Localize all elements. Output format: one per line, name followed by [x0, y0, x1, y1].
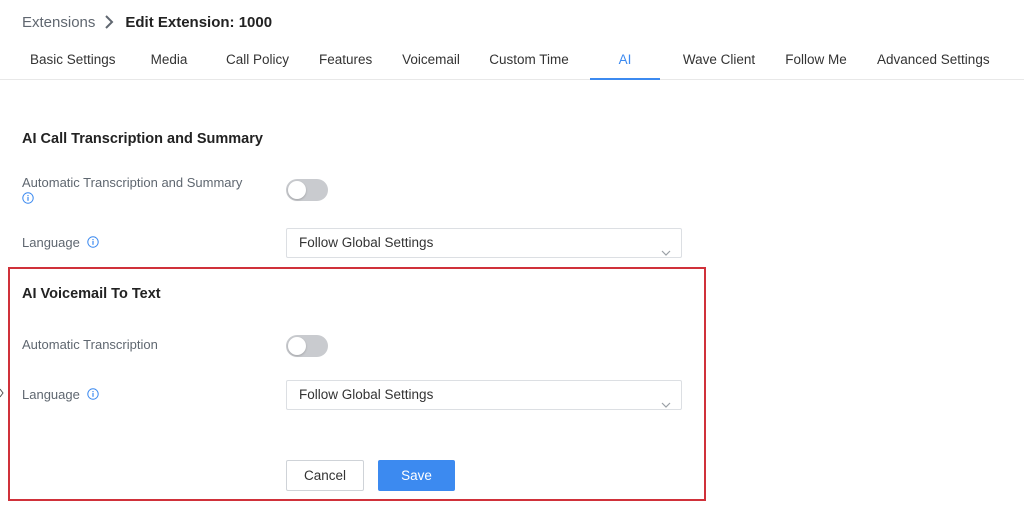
transcription-language-value: Follow Global Settings [299, 235, 434, 250]
tab-media[interactable]: Media [150, 44, 188, 80]
tab-voicemail[interactable]: Voicemail [402, 44, 460, 80]
save-button[interactable]: Save [378, 460, 455, 491]
toggle-knob [288, 337, 306, 355]
toggle-knob [288, 181, 306, 199]
edge-chevron-icon [0, 386, 4, 398]
language-label-text: Language [22, 387, 80, 402]
chevron-down-icon [661, 239, 671, 256]
cancel-button[interactable]: Cancel [286, 460, 364, 491]
info-icon[interactable] [87, 388, 100, 400]
tab-features[interactable]: Features [319, 44, 372, 80]
auto-transcription-summary-label: Automatic Transcription and Summary [22, 175, 272, 207]
info-icon[interactable] [87, 236, 100, 248]
chevron-down-icon [661, 391, 671, 408]
section-title-voicemail-to-text: AI Voicemail To Text [22, 286, 161, 302]
auto-transcription-label: Automatic Transcription [22, 337, 158, 352]
language-label-1: Language [22, 235, 100, 251]
chevron-right-icon [104, 12, 116, 32]
info-icon[interactable] [22, 192, 34, 204]
tab-advanced-settings[interactable]: Advanced Settings [877, 44, 990, 80]
tab-wave-client[interactable]: Wave Client [682, 44, 756, 80]
breadcrumb: Extensions Edit Extension: 1000 [22, 12, 272, 32]
auto-transcription-summary-text: Automatic Transcription and Summary [22, 175, 243, 190]
tab-follow-me[interactable]: Follow Me [785, 44, 847, 80]
page-title: Edit Extension: 1000 [125, 13, 273, 31]
section-title-call-transcription: AI Call Transcription and Summary [22, 131, 263, 147]
tab-basic-settings[interactable]: Basic Settings [30, 44, 116, 80]
tab-ai[interactable]: AI [590, 44, 660, 80]
voicemail-auto-transcription-toggle[interactable] [286, 335, 328, 357]
tab-call-policy[interactable]: Call Policy [226, 44, 289, 80]
voicemail-language-select[interactable]: Follow Global Settings [286, 380, 682, 410]
tab-bar: Basic Settings Media Call Policy Feature… [0, 44, 1024, 80]
transcription-language-select[interactable]: Follow Global Settings [286, 228, 682, 258]
voicemail-language-value: Follow Global Settings [299, 387, 434, 402]
tab-custom-time[interactable]: Custom Time [489, 44, 569, 80]
language-label-text: Language [22, 235, 80, 250]
language-label-2: Language [22, 387, 100, 403]
auto-transcription-summary-toggle[interactable] [286, 179, 328, 201]
breadcrumb-extensions-link[interactable]: Extensions [22, 14, 95, 31]
